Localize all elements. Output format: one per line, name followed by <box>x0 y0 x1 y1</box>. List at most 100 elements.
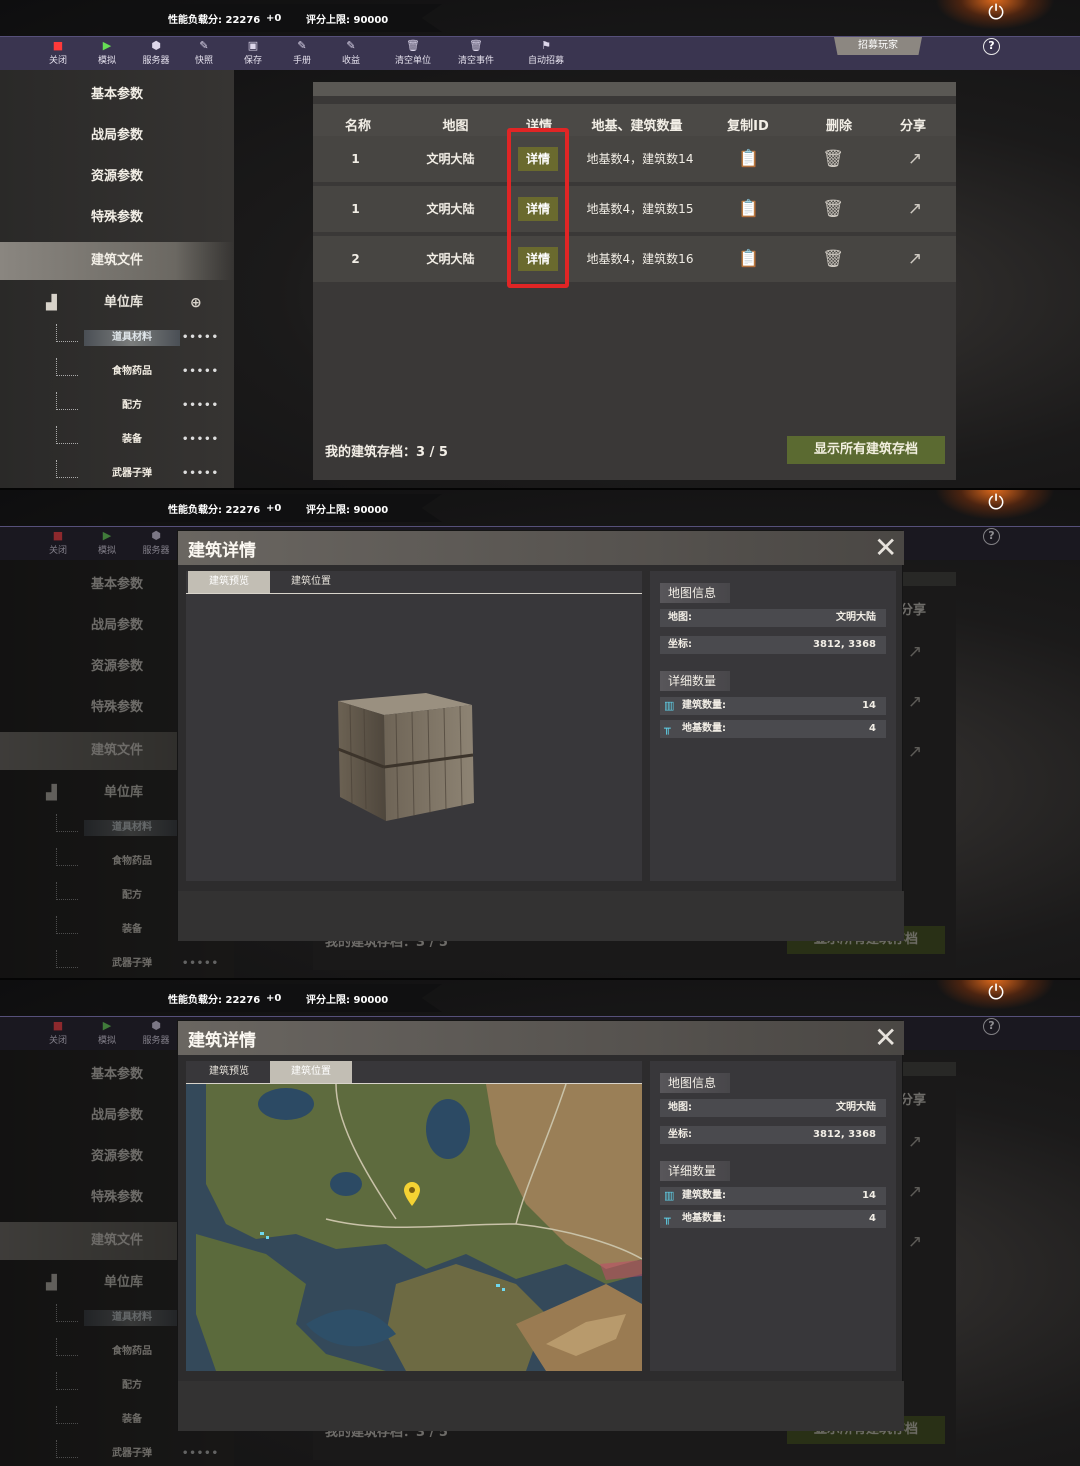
toolbar-income-button[interactable]: ✎ 收益 <box>327 39 375 66</box>
unit-icon: ▟ <box>46 1275 57 1291</box>
toolbar-clear-units-button[interactable]: 🗑 清空单位 <box>389 39 437 66</box>
server-icon: ⬢ <box>151 39 161 52</box>
trash-icon[interactable]: 🗑 <box>821 198 845 220</box>
copy-icon[interactable]: 📋 <box>737 148 761 170</box>
share-icon: ↗ <box>907 642 923 662</box>
foundation-count-row: ╥ 地基数量: 4 <box>660 720 886 738</box>
share-icon: ↗ <box>907 692 923 712</box>
help-icon[interactable]: ? <box>983 38 1000 55</box>
toolbar: ■ 关闭 ▶ 模拟 ⬢ 服务器 ✎ 快照 ▣ 保存 ✎ 手册 ✎ 收益 🗑 清空单位 🗑 清空事件… <box>0 36 1080 70</box>
show-all-archives-button[interactable]: 显示所有建筑存档 <box>787 436 945 464</box>
tab-preview[interactable]: 建筑预览 <box>188 571 270 593</box>
crate-model-image <box>337 693 474 821</box>
toolbar-save-button[interactable]: ▣ 保存 <box>229 39 277 66</box>
unit-library[interactable]: ▟ 单位库 ⊕ <box>0 288 234 318</box>
map-row: 地图: 文明大陆 <box>660 1099 886 1117</box>
performance-bar: 性能负载分: 22276 +0 评分上限: 90000 <box>102 984 442 1012</box>
toolbar-snapshot-button[interactable]: ✎ 快照 <box>180 39 228 66</box>
tab-preview[interactable]: 建筑预览 <box>188 1061 270 1083</box>
building-count-row: ▥ 建筑数量: 14 <box>660 1187 886 1205</box>
archive-count: 我的建筑存档：3 / 5 <box>325 445 448 460</box>
map-info-title: 地图信息 <box>660 583 730 603</box>
sidebar-item-building-files[interactable]: 建筑文件 <box>0 242 234 280</box>
trash-icon[interactable]: 🗑 <box>821 148 845 170</box>
flag-icon: ⚑ <box>541 39 551 52</box>
unit-icon: ▟ <box>46 295 57 311</box>
server-icon: ⬢ <box>151 529 161 542</box>
building-detail-location-screen: ⏻ 性能负载分: 22276 +0 评分上限: 90000 ■ 关闭 ▶ 模拟 ⬢ 服… <box>0 980 1080 1466</box>
copy-icon[interactable]: 📋 <box>737 248 761 270</box>
building-detail-modal: 建筑详情 ✕ 建筑预览 建筑位置 地图信息 地图: 文明大陆 坐标: 3812,… <box>177 1020 904 1431</box>
share-icon: ↗ <box>907 1182 923 1202</box>
modal-header: 建筑详情 ✕ <box>178 531 904 565</box>
table-row: 1 文明大陆 详情 地基数4，建筑数14 📋 🗑 ↗ <box>313 136 956 182</box>
sub-item-weapons[interactable]: 武器子弹 ••••• <box>56 460 218 482</box>
unit-icon: ▟ <box>46 785 57 801</box>
building-files-screen: ⏻ 性能负载分: 22276 +0 评分上限: 90000 ■ 关闭 ▶ 模拟 ⬢ 服… <box>0 0 1080 490</box>
sidebar: 基本参数 战局参数 资源参数 特殊参数 建筑文件 ▟ 单位库 ⊕ 道具材料 •••… <box>0 70 234 490</box>
info-pane: 地图信息 地图: 文明大陆 坐标: 3812, 3368 详细数量 ▥ 建筑数量: 14… <box>650 571 896 881</box>
save-icon: ▣ <box>247 39 259 52</box>
table-row: 2 文明大陆 详情 地基数4，建筑数16 📋 🗑 ↗ <box>313 236 956 282</box>
tab-location[interactable]: 建筑位置 <box>270 571 352 593</box>
share-icon: ↗ <box>907 1232 923 1252</box>
trash-icon: 🗑 <box>469 39 483 52</box>
load-score: 性能负载分: 22276 <box>168 14 261 26</box>
toolbar-close-button[interactable]: ■ 关闭 <box>34 39 82 66</box>
sidebar-item-special[interactable]: 特殊参数 <box>0 199 234 237</box>
close-icon[interactable]: ✕ <box>874 1021 897 1055</box>
power-icon[interactable]: ⏻ <box>986 490 1006 514</box>
toolbar-auto-recruit-button[interactable]: ⚑ 自动招募 <box>522 39 570 66</box>
close-icon[interactable]: ✕ <box>874 531 897 565</box>
share-icon: ↗ <box>907 742 923 762</box>
score-limit: 评分上限: 90000 <box>306 14 389 26</box>
recruit-players-button[interactable]: 招募玩家 <box>834 37 922 55</box>
toolbar-simulate-button[interactable]: ▶ 模拟 <box>83 39 131 66</box>
snapshot-icon: ✎ <box>199 39 209 52</box>
play-icon: ▶ <box>102 1019 112 1032</box>
play-icon: ▶ <box>102 529 112 542</box>
toolbar-manual-button[interactable]: ✎ 手册 <box>278 39 326 66</box>
toolbar-clear-events-button[interactable]: 🗑 清空事件 <box>452 39 500 66</box>
coord-row: 坐标: 3812, 3368 <box>660 1126 886 1144</box>
sidebar-item-resource[interactable]: 资源参数 <box>0 158 234 196</box>
play-icon: ▶ <box>102 39 112 52</box>
detail-count-title: 详细数量 <box>660 671 730 691</box>
building-count-row: ▥ 建筑数量: 14 <box>660 697 886 715</box>
tab-location[interactable]: 建筑位置 <box>270 1061 352 1083</box>
foundation-icon: ╥ <box>664 722 671 735</box>
share-icon[interactable]: ↗ <box>903 198 927 220</box>
highlight-box <box>507 128 569 288</box>
building-detail-modal: 建筑详情 ✕ 建筑预览 建筑位置 地图信息 地图: 文明大陆 坐标: 3812,… <box>177 530 904 941</box>
world-map-image[interactable] <box>186 1084 642 1371</box>
sub-item-equipment[interactable]: 装备 ••••• <box>56 426 218 448</box>
sub-item-materials[interactable]: 道具材料 ••••• <box>56 324 218 346</box>
load-delta: +0 <box>266 12 282 24</box>
building-archive-panel: 名称 地图 详情 地基、建筑数量 复制ID 删除 分享 1 文明大陆 详情 地基… <box>313 82 956 480</box>
trash-icon[interactable]: 🗑 <box>821 248 845 270</box>
manual-icon: ✎ <box>297 39 307 52</box>
modal-header: 建筑详情 ✕ <box>178 1021 904 1055</box>
add-folder-icon[interactable]: ⊕ <box>190 288 202 318</box>
sidebar-item-battle[interactable]: 战局参数 <box>0 117 234 155</box>
sub-item-recipe[interactable]: 配方 ••••• <box>56 392 218 414</box>
building-detail-preview-screen: ⏻ 性能负载分: 22276 +0 评分上限: 90000 ■ 关闭 ▶ 模拟 ⬢ 服… <box>0 490 1080 980</box>
help-icon: ? <box>983 528 1000 545</box>
power-icon[interactable]: ⏻ <box>986 980 1006 1004</box>
sidebar-item-basic[interactable]: 基本参数 <box>0 76 234 114</box>
share-icon: ↗ <box>907 1132 923 1152</box>
stop-icon: ■ <box>52 529 64 542</box>
share-icon[interactable]: ↗ <box>903 148 927 170</box>
sub-item-food[interactable]: 食物药品 ••••• <box>56 358 218 380</box>
modal-title: 建筑详情 <box>188 1031 256 1051</box>
toolbar-server-button[interactable]: ⬢ 服务器 <box>132 39 180 66</box>
foundation-count-row: ╥ 地基数量: 4 <box>660 1210 886 1228</box>
modal-title: 建筑详情 <box>188 541 256 561</box>
power-icon[interactable]: ⏻ <box>986 0 1006 24</box>
foundation-icon: ╥ <box>664 1212 671 1225</box>
modal-footer <box>178 1381 904 1431</box>
copy-icon[interactable]: 📋 <box>737 198 761 220</box>
share-icon[interactable]: ↗ <box>903 248 927 270</box>
map-info-title: 地图信息 <box>660 1073 730 1093</box>
coord-row: 坐标: 3812, 3368 <box>660 636 886 654</box>
